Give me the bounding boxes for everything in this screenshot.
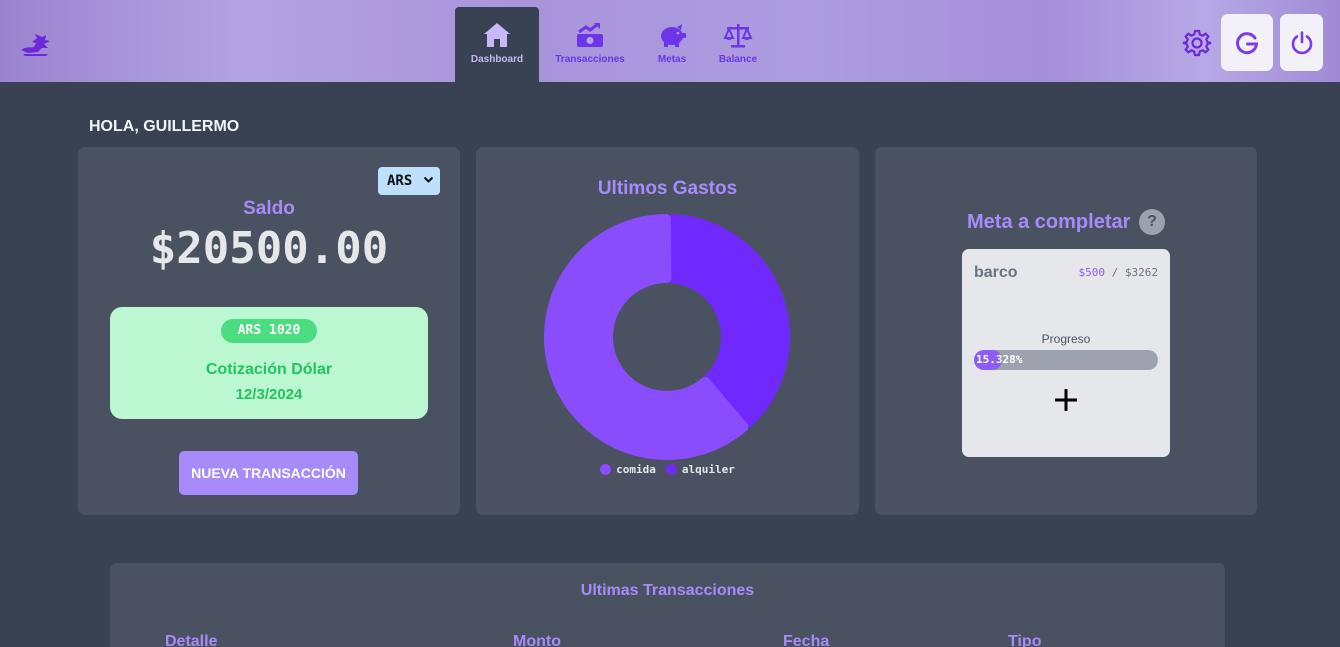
main-nav: Dashboard Transacciones Metas Balance	[455, 7, 773, 82]
tab-metas[interactable]: Metas	[641, 7, 703, 82]
tab-balance-label: Balance	[718, 54, 758, 65]
google-g-icon	[1236, 31, 1259, 54]
help-icon[interactable]: ?	[1139, 209, 1165, 235]
legend-dot	[600, 464, 612, 475]
chart-legend: comida alquiler	[476, 463, 859, 476]
goal-name: barco	[974, 264, 1018, 281]
logout-button[interactable]	[1280, 14, 1323, 71]
gear-icon[interactable]	[1182, 28, 1212, 58]
balance-value: 20500.00	[176, 223, 389, 274]
goal-separator: /	[1111, 266, 1119, 279]
scale-icon	[723, 24, 753, 48]
legend-dot	[665, 464, 677, 475]
goal-progress-bar: 15.328%	[974, 350, 1158, 370]
greeting-heading: HOLA, GUILLERMO	[89, 118, 240, 135]
expenses-chart-card: Ultimos Gastos comida alquiler	[476, 147, 859, 515]
currency-select-value: ARS	[387, 173, 413, 189]
legend-item-alquiler[interactable]: alquiler	[665, 463, 735, 476]
new-transaction-button[interactable]: NUEVA TRANSACCIÓN	[179, 451, 358, 495]
plus-icon[interactable]	[1052, 386, 1080, 414]
tab-transacciones[interactable]: Transacciones	[539, 7, 641, 82]
tab-balance[interactable]: Balance	[703, 7, 773, 82]
currency-select[interactable]: ARS	[378, 167, 440, 195]
money-trend-icon	[577, 22, 603, 47]
column-header-monto: Monto	[513, 633, 561, 647]
column-header-tipo: Tipo	[1008, 633, 1042, 647]
legend-item-comida[interactable]: comida	[600, 463, 656, 476]
goal-current: $500	[1078, 266, 1106, 279]
balance-currency-symbol: $	[149, 223, 177, 274]
transactions-title: Ultimas Transacciones	[580, 582, 755, 599]
dollar-rate-box: ARS 1020 Cotización Dólar 12/3/2024	[110, 307, 428, 419]
dollar-rate-title: Cotización Dólar	[205, 361, 333, 378]
google-account-button[interactable]	[1221, 14, 1273, 71]
power-icon	[1291, 30, 1312, 54]
balance-card: ARS Saldo $20500.00 ARS 1020 Cotización …	[78, 147, 460, 515]
balance-label: Saldo	[243, 198, 295, 219]
legend-label: comida	[616, 463, 656, 476]
tab-dashboard-label: Dashboard	[470, 54, 524, 65]
goal-progress-text: 15.328%	[976, 353, 1023, 366]
dollar-rate-badge: ARS 1020	[221, 319, 317, 343]
goal-progress-label: Progreso	[1041, 332, 1091, 346]
goal-card: barco $500 / $3262 Progreso 15.328%	[962, 249, 1170, 457]
tab-transacciones-label: Transacciones	[555, 54, 625, 65]
piggy-bank-icon	[661, 24, 686, 47]
balance-amount: $20500.00	[78, 223, 460, 274]
column-header-fecha: Fecha	[783, 633, 830, 647]
chevron-down-icon	[423, 176, 434, 183]
goal-card-container: Meta a completar ? barco $500 / $3262 Pr…	[875, 147, 1257, 515]
column-header-detalle: Detalle	[165, 633, 218, 647]
expenses-donut-chart	[544, 214, 790, 460]
goal-section-title: Meta a completar	[967, 211, 1131, 233]
tab-metas-label: Metas	[657, 54, 687, 65]
house-icon	[484, 23, 510, 47]
tab-dashboard[interactable]: Dashboard	[455, 7, 539, 82]
dollar-rate-date: 12/3/2024	[235, 386, 303, 403]
goal-amounts: $500 / $3262	[1079, 266, 1159, 279]
goal-target: $3262	[1124, 266, 1158, 279]
dragon-logo-icon[interactable]	[18, 26, 54, 58]
legend-label: alquiler	[681, 463, 735, 476]
top-navbar: Dashboard Transacciones Metas Balance	[0, 0, 1340, 82]
transactions-card: Ultimas Transacciones Detalle Monto Fech…	[110, 563, 1225, 647]
